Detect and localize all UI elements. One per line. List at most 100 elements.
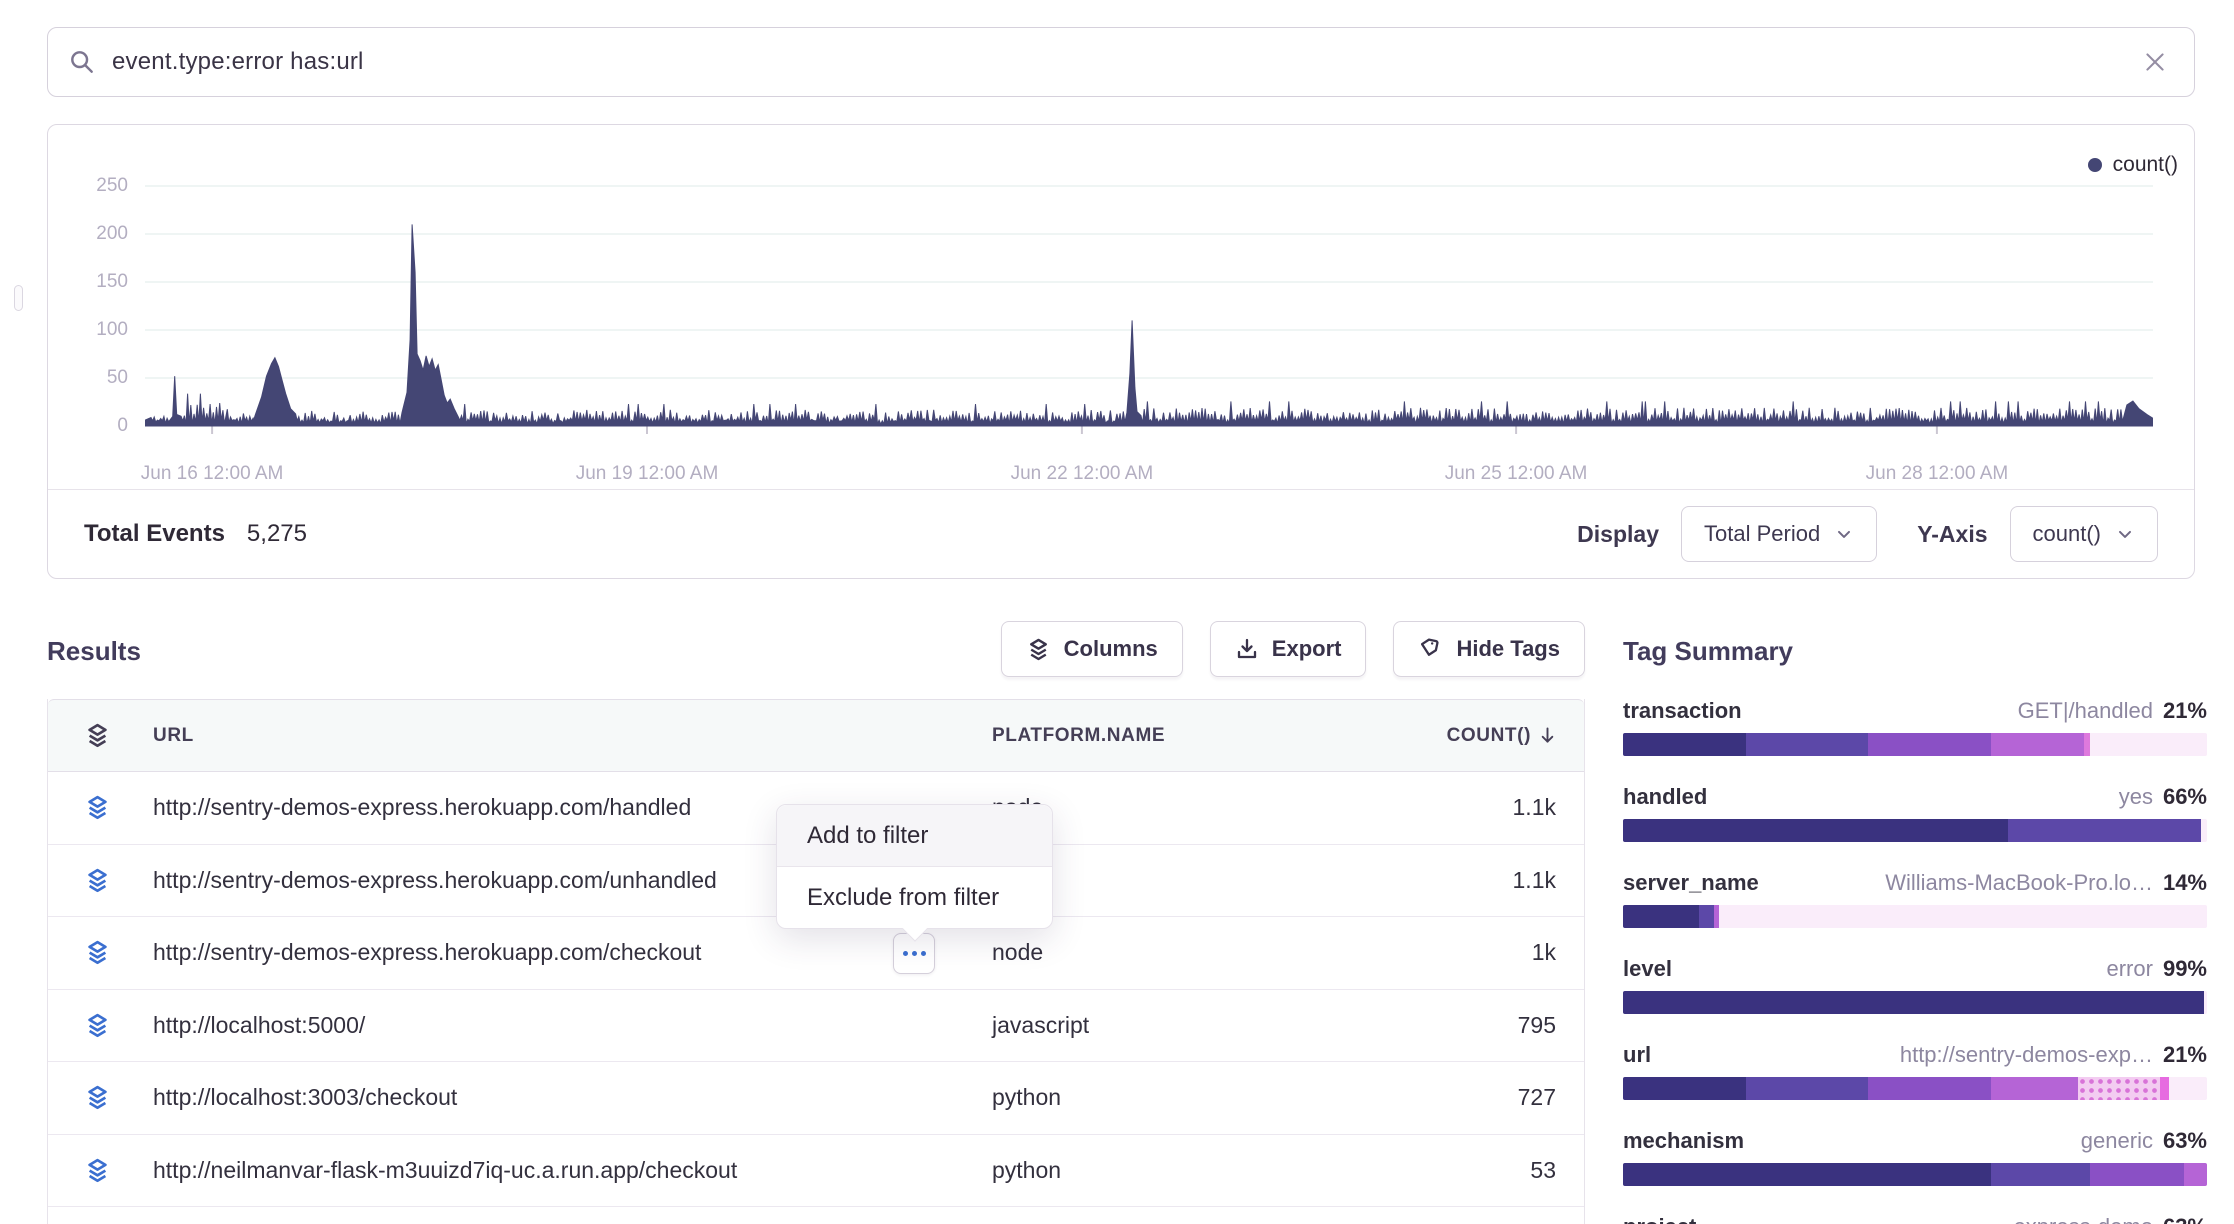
tag-top-value: generic	[2081, 1128, 2153, 1154]
stack-icon	[84, 1157, 111, 1184]
tag-distribution-bar[interactable]	[1623, 819, 2207, 842]
columns-button-label: Columns	[1064, 636, 1158, 662]
url-cell[interactable]: http://localhost:5000/	[153, 1012, 365, 1039]
tag-bar-segment[interactable]	[2008, 819, 2201, 842]
tag-group-handled: handledyes66%	[1623, 784, 2207, 842]
tag-bar-segment[interactable]	[2160, 1077, 2169, 1100]
tag-top-value: Williams-MacBook-Pro.lo…	[1885, 870, 2153, 896]
clear-search-icon[interactable]	[2142, 49, 2168, 75]
tag-bar-segment[interactable]	[1868, 733, 1991, 756]
tag-name: project	[1623, 1214, 1696, 1224]
tag-bar-segment[interactable]	[1623, 1077, 1746, 1100]
tag-group-server_name: server_name Williams-MacBook-Pro.lo… 14%	[1623, 870, 2207, 928]
tag-bar-segment[interactable]	[1623, 991, 2204, 1014]
search-bar[interactable]: event.type:error has:url	[47, 27, 2195, 97]
tag-group-transaction: transactionGET|/handled21%	[1623, 698, 2207, 756]
yaxis-select[interactable]: count()	[2010, 506, 2158, 562]
total-events-value: 5,275	[247, 520, 307, 548]
platform-cell[interactable]: node	[992, 939, 1043, 966]
event-volume-chart[interactable]	[145, 151, 2153, 435]
tag-head: mechanismgeneric63%	[1623, 1128, 2207, 1154]
tag-top-percent: 21%	[2163, 1042, 2207, 1068]
tag-bar-segment[interactable]	[2084, 733, 2090, 756]
y-tick-label: 0	[68, 415, 128, 437]
y-tick-label: 100	[68, 319, 128, 341]
count-cell[interactable]: 795	[1518, 1012, 1556, 1039]
column-header-platform[interactable]: PLATFORM.NAME	[992, 725, 1165, 747]
columns-button[interactable]: Columns	[1001, 621, 1183, 677]
tag-head: projectexpress-demo63%	[1623, 1214, 2207, 1224]
tag-top-value: yes	[2119, 784, 2153, 810]
url-cell[interactable]: http://neilmanvar-flask-m3uuizd7iq-uc.a.…	[153, 1157, 737, 1184]
platform-cell[interactable]: javascript	[992, 1012, 1089, 1039]
table-row[interactable]: http://localhost:5000/javascript 795	[48, 990, 1584, 1063]
count-cell[interactable]: 1k	[1532, 939, 1556, 966]
tag-name: url	[1623, 1042, 1651, 1068]
column-header-count[interactable]: COUNT()	[1447, 725, 1558, 747]
url-cell[interactable]: http://localhost:3003/checkout	[153, 1084, 457, 1111]
count-cell[interactable]: 53	[1530, 1157, 1556, 1184]
tag-top-value: GET|/handled	[2018, 698, 2153, 724]
count-cell[interactable]: 727	[1518, 1084, 1556, 1111]
tag-group-url: urlhttp://sentry-demos-exp…21%	[1623, 1042, 2207, 1100]
yaxis-select-value: count()	[2033, 521, 2101, 547]
tag-name: server_name	[1623, 870, 1759, 896]
tag-name: mechanism	[1623, 1128, 1744, 1154]
tag-name: transaction	[1623, 698, 1742, 724]
platform-cell[interactable]: python	[992, 1084, 1061, 1111]
platform-cell[interactable]: python	[992, 1157, 1061, 1184]
tag-bar-segment[interactable]	[1623, 1163, 1991, 1186]
column-header-url[interactable]: URL	[153, 725, 194, 747]
add-to-filter-item[interactable]: Add to filter	[777, 805, 1052, 866]
display-label: Display	[1577, 521, 1659, 548]
y-tick-label: 50	[68, 367, 128, 389]
tag-bar-segment[interactable]	[1714, 905, 1720, 928]
x-tick-label: Jun 28 12:00 AM	[1866, 463, 2009, 485]
url-cell[interactable]: http://sentry-demos-express.herokuapp.co…	[153, 794, 691, 821]
tag-bar-segment[interactable]	[1991, 733, 2084, 756]
tag-bar-segment[interactable]	[1746, 1077, 1869, 1100]
tag-bar-segment[interactable]	[2184, 1163, 2207, 1186]
tag-bar-segment[interactable]	[1623, 905, 1699, 928]
tag-bar-segment[interactable]	[1868, 1077, 1991, 1100]
url-cell[interactable]: http://sentry-demos-express.herokuapp.co…	[153, 867, 717, 894]
display-select[interactable]: Total Period	[1681, 506, 1877, 562]
tag-bar-segment[interactable]	[1746, 733, 1869, 756]
sidebar-resize-handle[interactable]	[14, 285, 23, 311]
stack-icon	[84, 867, 111, 894]
hide-tags-button[interactable]: Hide Tags	[1393, 621, 1585, 677]
count-cell[interactable]: 1.1k	[1513, 794, 1556, 821]
search-input[interactable]: event.type:error has:url	[112, 48, 2142, 76]
arrow-down-icon	[1537, 725, 1558, 746]
stack-icon	[84, 722, 111, 749]
tag-distribution-bar[interactable]	[1623, 1077, 2207, 1100]
tag-bar-segment[interactable]	[2090, 1163, 2183, 1186]
tag-distribution-bar[interactable]	[1623, 733, 2207, 756]
cell-context-menu: Add to filter Exclude from filter	[776, 804, 1053, 929]
tag-top-percent: 99%	[2163, 956, 2207, 982]
tag-bar-segment[interactable]	[1991, 1163, 2090, 1186]
table-row[interactable]: http://neilmanvar-flask-m3uuizd7iq-uc.a.…	[48, 1135, 1584, 1208]
table-header-row: URL PLATFORM.NAME COUNT()	[48, 699, 1584, 772]
tag-group-level: levelerror99%	[1623, 956, 2207, 1014]
tag-distribution-bar[interactable]	[1623, 991, 2207, 1014]
tag-icon	[1418, 637, 1443, 662]
table-row[interactable]: http://localhost:3003/checkout python 727	[48, 1062, 1584, 1135]
tag-bar-segment[interactable]	[2078, 1077, 2160, 1100]
tag-top-percent: 14%	[2163, 870, 2207, 896]
tag-distribution-bar[interactable]	[1623, 1163, 2207, 1186]
tag-name: level	[1623, 956, 1672, 982]
tag-bar-segment[interactable]	[1623, 819, 2008, 842]
tag-bar-segment[interactable]	[1623, 733, 1746, 756]
url-cell[interactable]: http://sentry-demos-express.herokuapp.co…	[153, 939, 701, 966]
tag-top-percent: 63%	[2163, 1214, 2207, 1224]
tag-head: levelerror99%	[1623, 956, 2207, 982]
tag-head: transactionGET|/handled21%	[1623, 698, 2207, 724]
display-select-value: Total Period	[1704, 521, 1820, 547]
tag-bar-segment[interactable]	[1699, 905, 1714, 928]
tag-bar-segment[interactable]	[1991, 1077, 2079, 1100]
export-button[interactable]: Export	[1210, 621, 1367, 677]
count-cell[interactable]: 1.1k	[1513, 867, 1556, 894]
tag-name: handled	[1623, 784, 1707, 810]
tag-distribution-bar[interactable]	[1623, 905, 2207, 928]
